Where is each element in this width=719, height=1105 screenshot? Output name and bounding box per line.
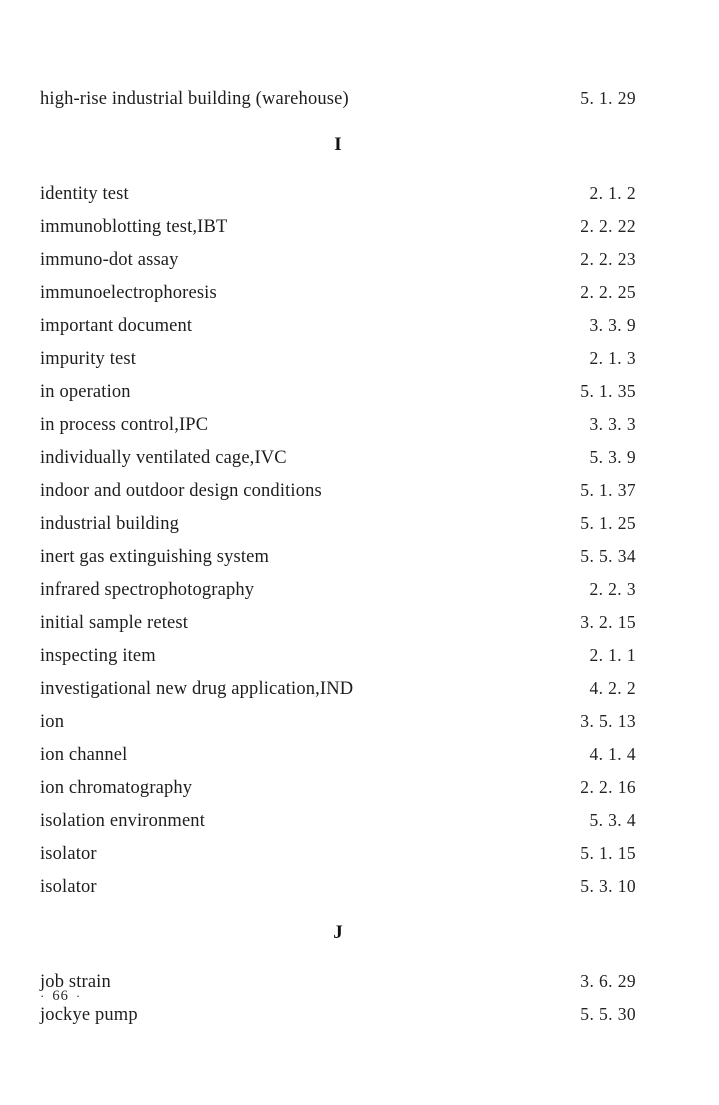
index-entry-page-number: 5. 3. 10 — [580, 876, 636, 896]
index-entry-term: ion — [40, 712, 65, 732]
section-letter-i: I — [334, 134, 342, 155]
index-entry-page-number: 3. 5. 13 — [580, 711, 636, 731]
index-entry-term: isolation environment — [40, 811, 205, 831]
index-entry-page-number: 5. 1. 29 — [580, 88, 636, 108]
index-entry-page-number: 3. 3. 3 — [589, 414, 636, 434]
index-entry-term: inspecting item — [40, 646, 156, 666]
index-entry-term: in process control,IPC — [40, 415, 209, 435]
index-entry-term: isolator — [40, 844, 97, 864]
index-entry-page-number: 3. 3. 9 — [589, 315, 636, 335]
index-entry-term: ion channel — [40, 745, 128, 765]
index-entry[interactable]: ion 3. 5. 13 — [40, 705, 636, 738]
index-page: high-rise industrial building (warehouse… — [0, 0, 719, 1105]
index-entry-term: high-rise industrial building (warehouse… — [40, 89, 349, 109]
index-entry[interactable]: jockye pump 5. 5. 30 — [40, 998, 636, 1031]
index-entry[interactable]: individually ventilated cage,IVC 5. 3. 9 — [40, 441, 636, 474]
index-entry[interactable]: job strain 3. 6. 29 — [40, 965, 636, 998]
index-entry-term: in operation — [40, 382, 131, 402]
index-entry-page-number: 2. 2. 22 — [580, 216, 636, 236]
folio-right-mark: · — [75, 988, 82, 1004]
folio-left-mark: · — [40, 988, 46, 1004]
index-entry-page-number: 5. 1. 35 — [580, 381, 636, 401]
index-entry-term: initial sample retest — [40, 613, 189, 633]
index-entry[interactable]: isolator 5. 3. 10 — [40, 870, 636, 903]
index-entry-term: important document — [40, 316, 193, 336]
index-entry[interactable]: impurity test 2. 1. 3 — [40, 342, 636, 375]
index-entry-term: isolator — [40, 877, 97, 897]
index-entry[interactable]: immunoblotting test,IBT 2. 2. 22 — [40, 210, 636, 243]
index-entry-term: impurity test — [40, 349, 136, 369]
index-entry-term: investigational new drug application,IND — [40, 679, 354, 699]
index-entry-page-number: 2. 2. 3 — [589, 579, 636, 599]
index-entry-page-number: 5. 3. 4 — [589, 810, 636, 830]
index-entry-term: immunoblotting test,IBT — [40, 217, 228, 237]
index-entry-term: immunoelectrophoresis — [40, 283, 217, 303]
index-entry-term: indoor and outdoor design conditions — [40, 481, 322, 501]
index-entry[interactable]: immuno-dot assay 2. 2. 23 — [40, 243, 636, 276]
index-entry-page-number: 3. 6. 29 — [580, 971, 636, 991]
index-entry[interactable]: in process control,IPC 3. 3. 3 — [40, 408, 636, 441]
index-entry-page-number: 5. 1. 15 — [580, 843, 636, 863]
index-entry-page-number: 5. 5. 30 — [580, 1004, 636, 1024]
index-entry-term: ion chromatography — [40, 778, 193, 798]
index-entry[interactable]: investigational new drug application,IND… — [40, 672, 636, 705]
index-entry-page-number: 5. 1. 25 — [580, 513, 636, 533]
index-entry[interactable]: inert gas extinguishing system 5. 5. 34 — [40, 540, 636, 573]
index-entry-term: inert gas extinguishing system — [40, 547, 270, 567]
index-entry[interactable]: infrared spectrophotography 2. 2. 3 — [40, 573, 636, 606]
index-entry-page-number: 5. 5. 34 — [580, 546, 636, 566]
index-entry-page-number: 2. 1. 3 — [589, 348, 636, 368]
index-entry-page-number: 5. 3. 9 — [589, 447, 636, 467]
index-entry-page-number: 4. 1. 4 — [589, 744, 636, 764]
section-letter-j: J — [333, 922, 343, 943]
index-entry[interactable]: initial sample retest 3. 2. 15 — [40, 606, 636, 639]
index-entry[interactable]: important document 3. 3. 9 — [40, 309, 636, 342]
index-entry[interactable]: identity test 2. 1. 2 — [40, 177, 636, 210]
index-entry[interactable]: ion channel 4. 1. 4 — [40, 738, 636, 771]
index-entry-page-number: 2. 1. 1 — [589, 645, 636, 665]
index-entry-term: immuno-dot assay — [40, 250, 179, 270]
index-entry[interactable]: isolation environment 5. 3. 4 — [40, 804, 636, 837]
index-entry-page-number: 4. 2. 2 — [589, 678, 636, 698]
index-entry[interactable]: in operation 5. 1. 35 — [40, 375, 636, 408]
index-content: high-rise industrial building (warehouse… — [40, 82, 636, 1031]
index-entry[interactable]: industrial building 5. 1. 25 — [40, 507, 636, 540]
index-entry-term: industrial building — [40, 514, 180, 534]
index-entry[interactable]: high-rise industrial building (warehouse… — [40, 82, 636, 115]
page-folio: · 66 · — [40, 988, 81, 1005]
index-entry-page-number: 3. 2. 15 — [580, 612, 636, 632]
index-entry-term: individually ventilated cage,IVC — [40, 448, 287, 468]
index-entry-page-number: 5. 1. 37 — [580, 480, 636, 500]
index-entry[interactable]: indoor and outdoor design conditions 5. 1… — [40, 474, 636, 507]
index-entry-page-number: 2. 2. 23 — [580, 249, 636, 269]
index-entry[interactable]: inspecting item 2. 1. 1 — [40, 639, 636, 672]
index-entry[interactable]: immunoelectrophoresis 2. 2. 25 — [40, 276, 636, 309]
index-entry-term: identity test — [40, 184, 129, 204]
index-entry[interactable]: ion chromatography 2. 2. 16 — [40, 771, 636, 804]
folio-number: 66 — [52, 988, 69, 1004]
index-entry[interactable]: isolator 5. 1. 15 — [40, 837, 636, 870]
index-entry-term: infrared spectrophotography — [40, 580, 255, 600]
index-entry-page-number: 2. 2. 25 — [580, 282, 636, 302]
index-entry-page-number: 2. 2. 16 — [580, 777, 636, 797]
index-entry-page-number: 2. 1. 2 — [589, 183, 636, 203]
